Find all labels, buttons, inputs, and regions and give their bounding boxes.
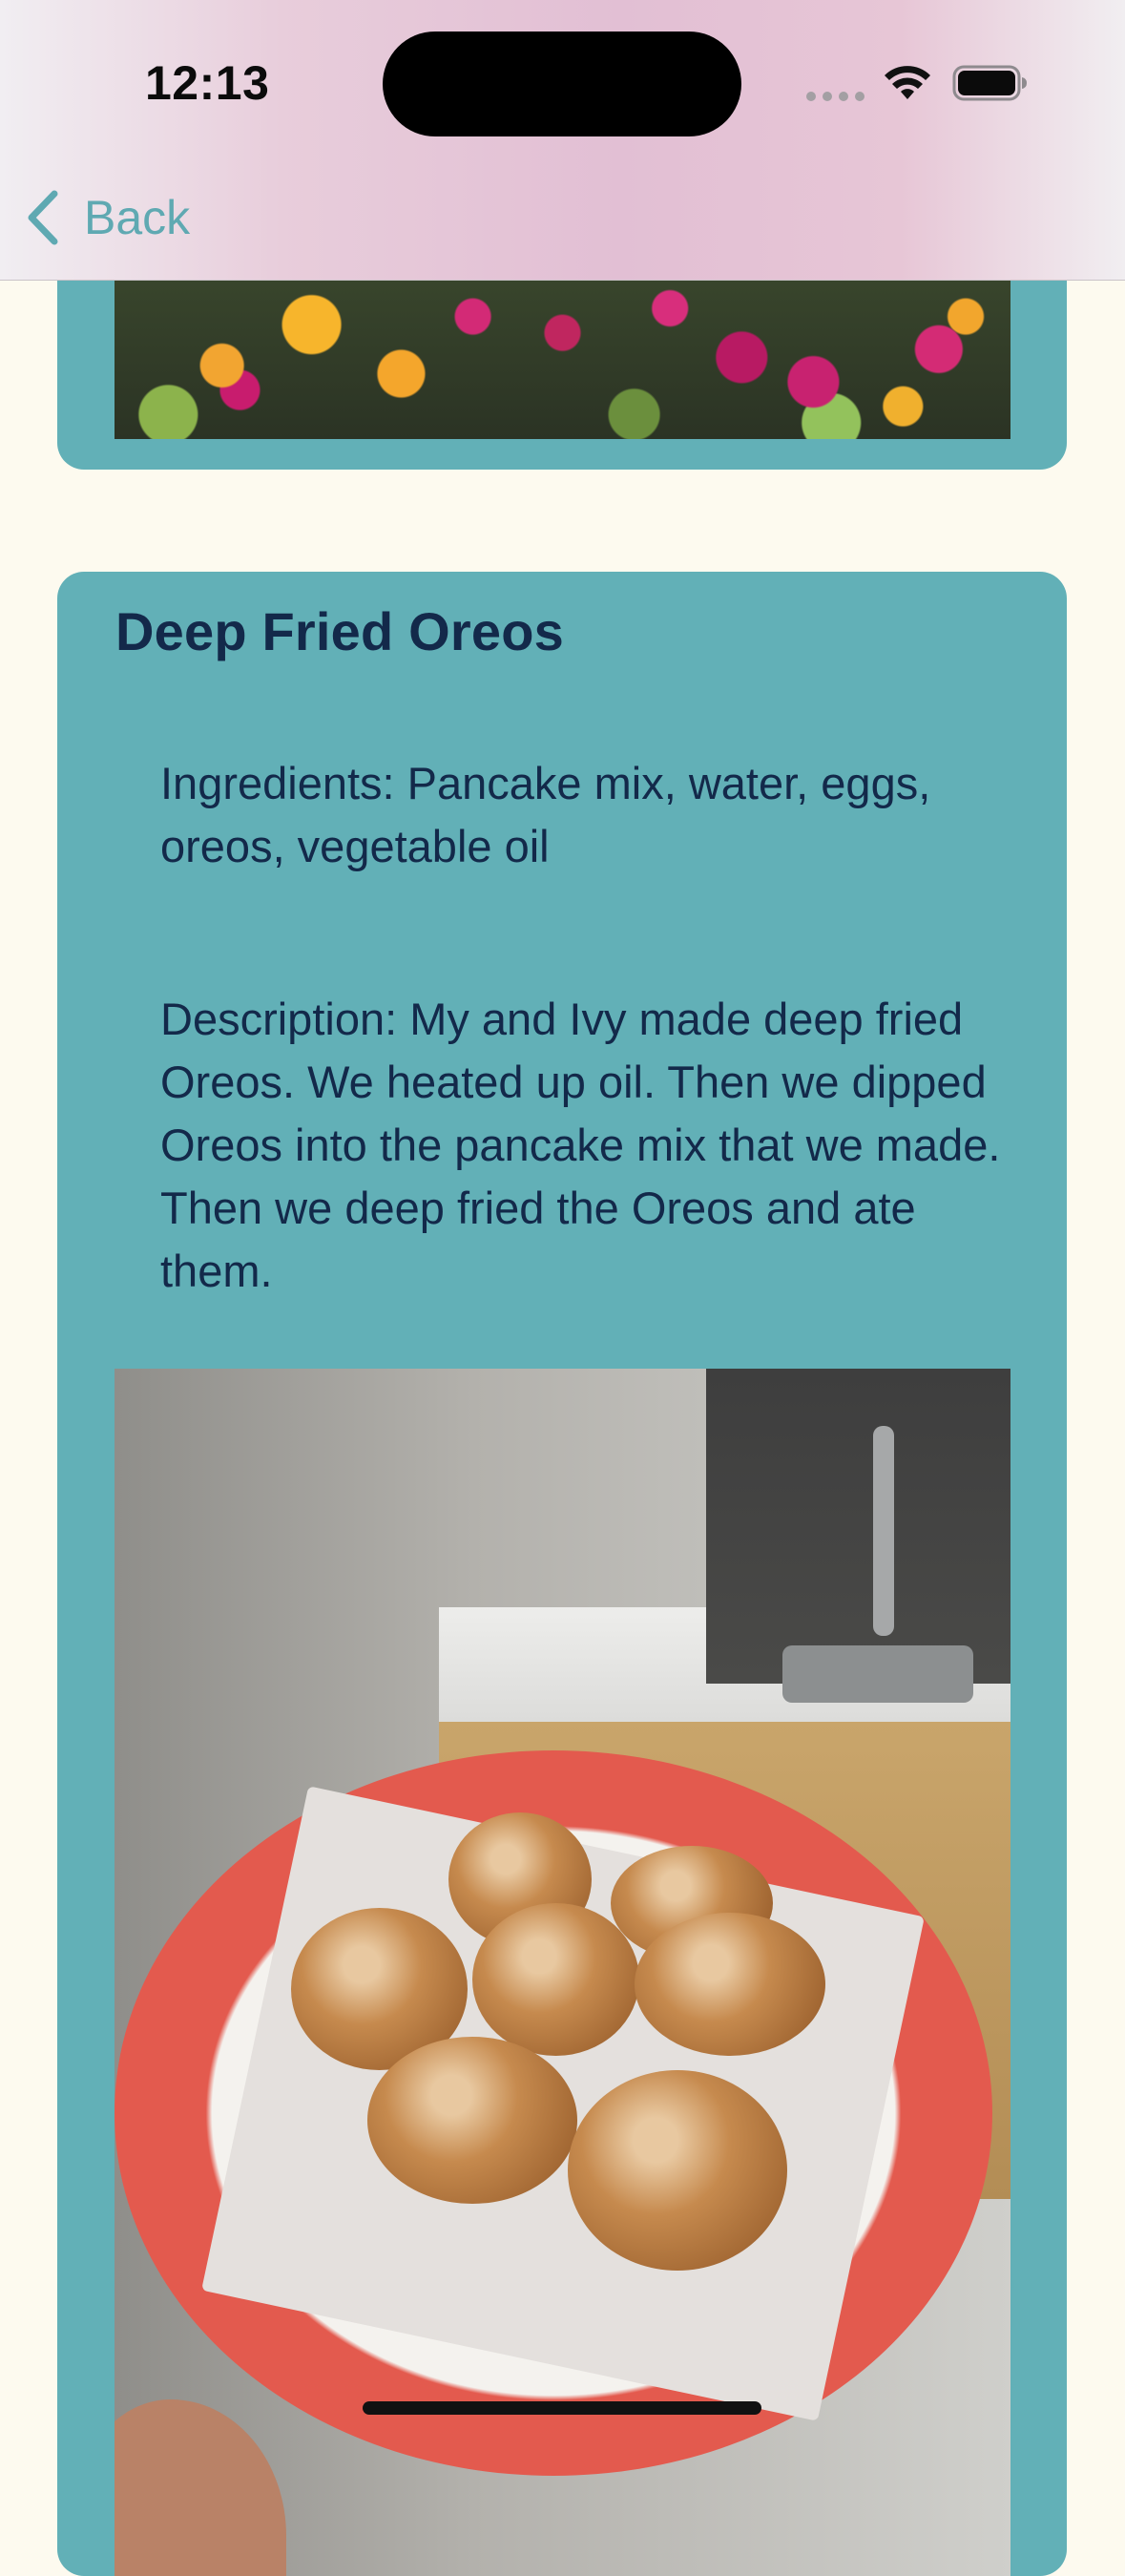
back-button[interactable]: Back	[25, 184, 190, 251]
chevron-left-icon	[28, 190, 58, 245]
back-label: Back	[84, 191, 191, 244]
oreos-photo	[115, 1369, 1010, 2576]
post-ingredients: Ingredients: Pancake mix, water, eggs, o…	[160, 758, 931, 871]
battery-icon	[952, 65, 1027, 101]
status-time: 12:13	[145, 56, 270, 110]
navigation-bar: 12:13 Back	[0, 0, 1125, 281]
dynamic-island	[383, 31, 741, 136]
scroll-content[interactable]: Deep Fried Oreos Ingredients: Pancake mi…	[0, 0, 1125, 2576]
wifi-icon	[885, 66, 930, 99]
home-indicator[interactable]	[363, 2401, 761, 2415]
post-card: Deep Fried Oreos Ingredients: Pancake mi…	[57, 572, 1067, 2576]
sink	[782, 1645, 973, 1703]
faucet	[873, 1426, 894, 1636]
fried-oreo	[472, 1903, 639, 2056]
fried-oreo	[568, 2070, 787, 2271]
post-title: Deep Fried Oreos	[115, 601, 565, 661]
cellular-signal-icon	[806, 92, 865, 101]
hand	[115, 2399, 286, 2576]
post-description: Description: My and Ivy made deep fried …	[160, 994, 1001, 1296]
fried-oreo	[367, 2037, 577, 2204]
fried-oreo	[635, 1913, 825, 2056]
